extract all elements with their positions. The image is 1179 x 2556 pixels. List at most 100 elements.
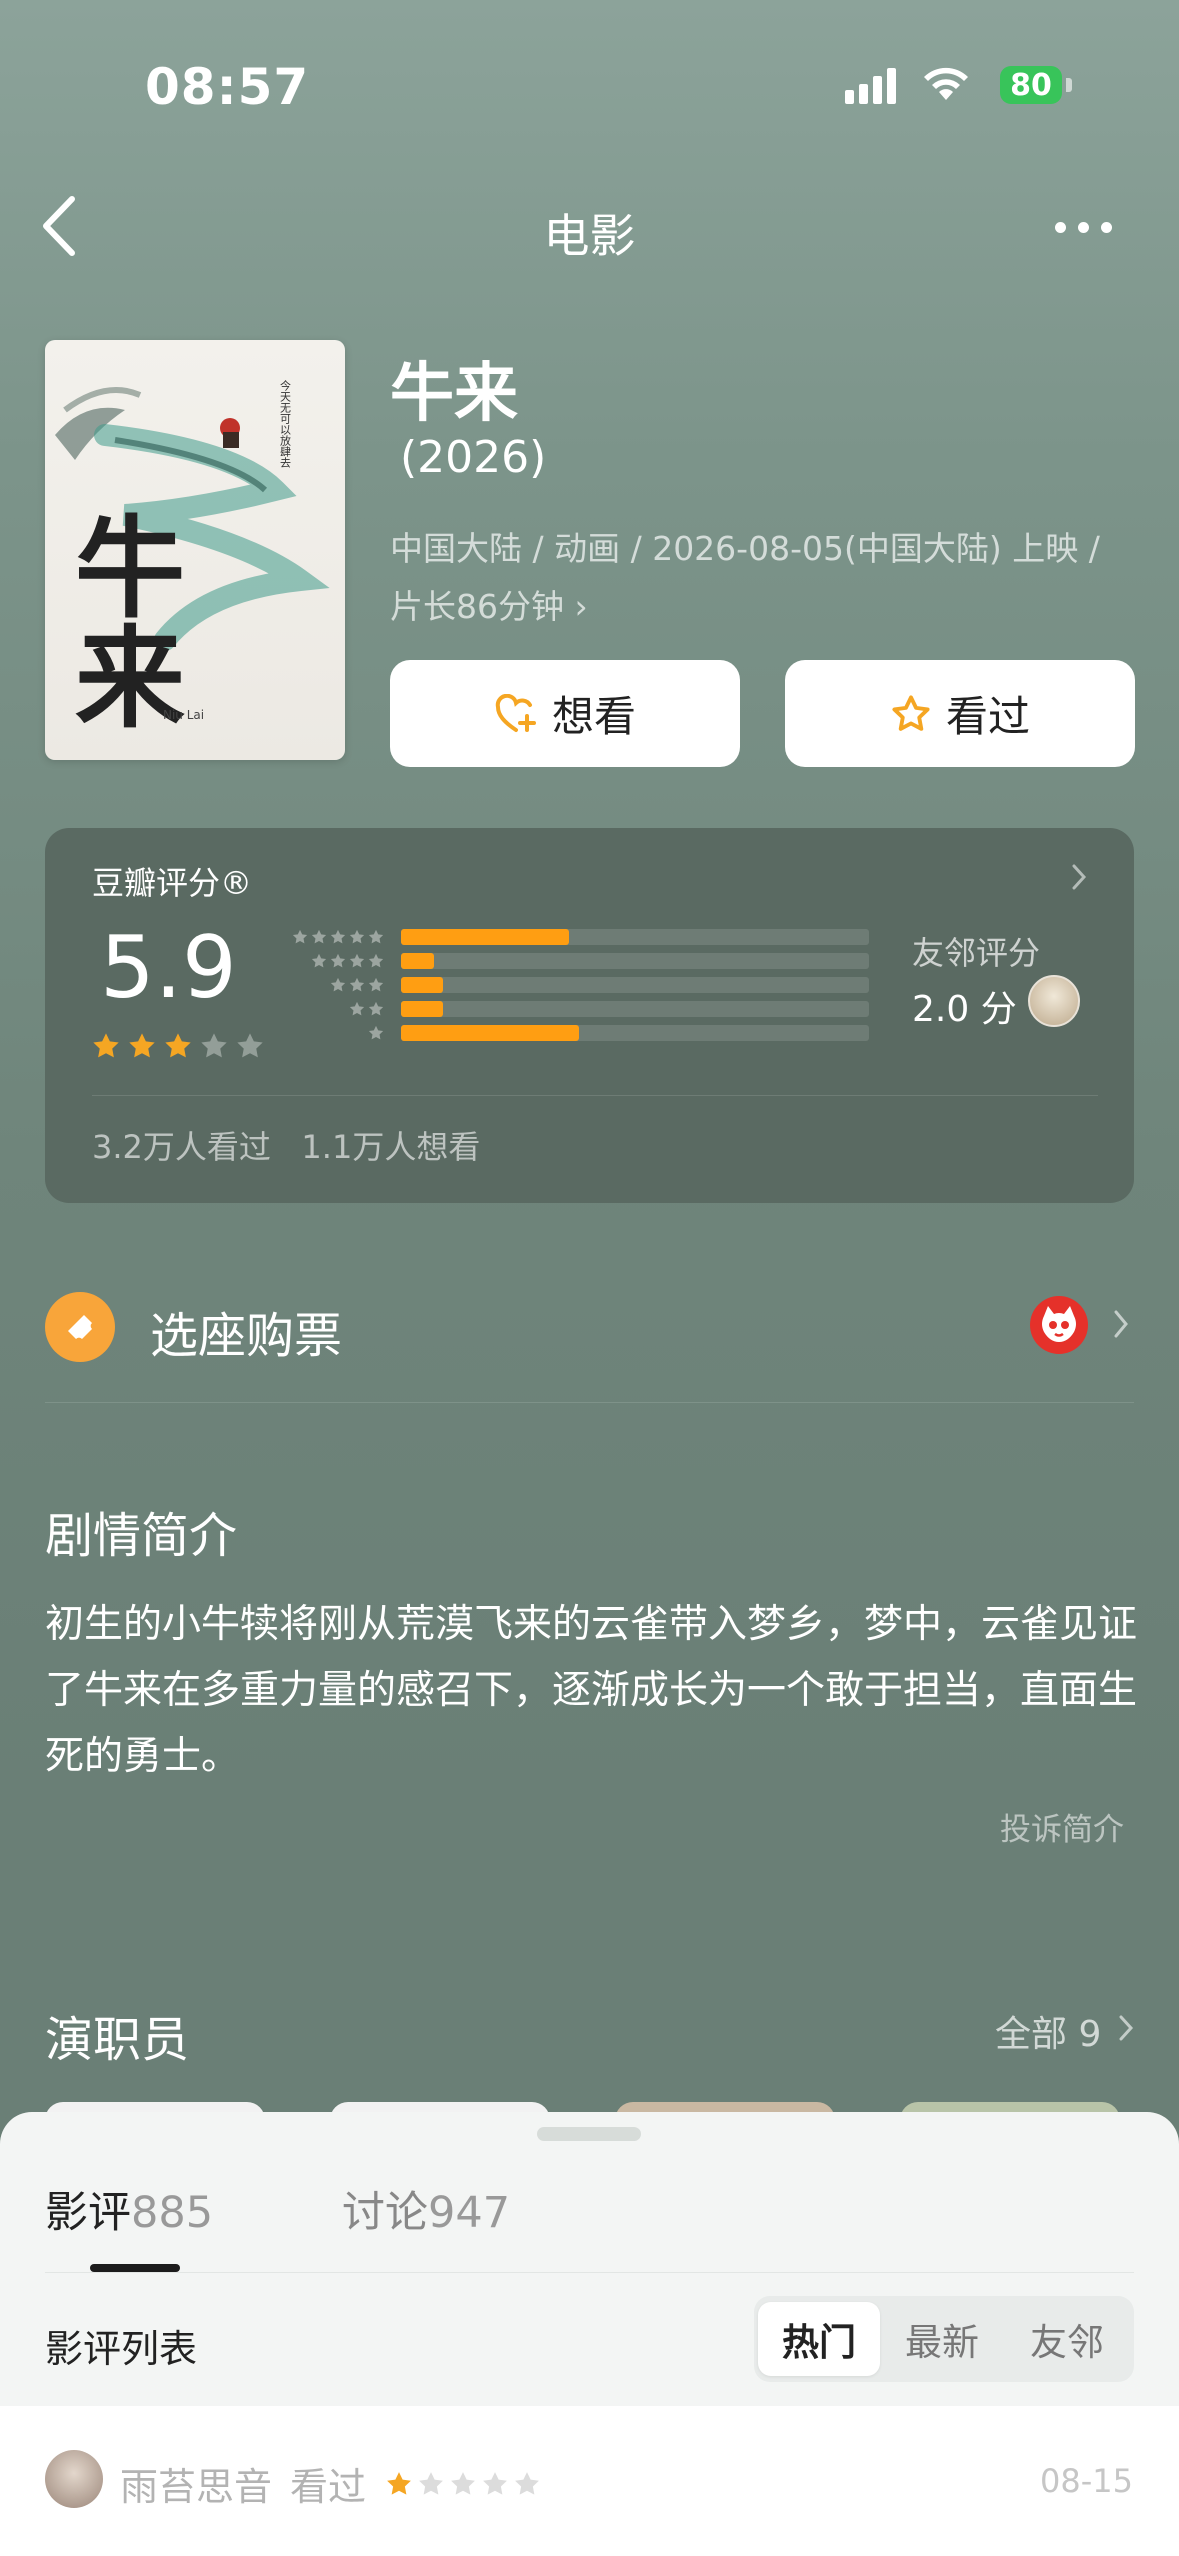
sheet-drag-handle[interactable]: [537, 2127, 641, 2141]
star-icon: [368, 953, 384, 968]
star-icon: [201, 1033, 227, 1058]
distribution-track: [401, 977, 869, 993]
poster-title: 牛来: [56, 510, 185, 730]
movie-year: (2026): [400, 432, 547, 483]
distribution-track: [401, 1025, 869, 1041]
star-icon: [387, 2471, 411, 2495]
chevron-right-icon: ›: [574, 587, 588, 626]
rating-brand: 豆瓣评分®: [92, 864, 253, 902]
tab-reviews-count: 885: [131, 2188, 214, 2238]
star-icon: [330, 953, 346, 968]
distribution-track: [401, 1001, 869, 1017]
synopsis-title: 剧情简介: [45, 1508, 238, 1564]
star-icon: [368, 977, 384, 992]
battery-icon: 80: [1000, 66, 1062, 104]
rating-counts: 3.2万人看过 1.1万人想看: [92, 1122, 480, 1168]
star-icon: [349, 929, 365, 944]
star-icon: [349, 977, 365, 992]
distribution-bar: [401, 1001, 443, 1017]
movie-poster[interactable]: 今天无可以放肆去 牛来 Niu Lai: [45, 340, 345, 760]
tab-discussion-label: 讨论: [342, 2188, 428, 2238]
tab-discussion-count: 947: [428, 2188, 511, 2238]
chevron-right-icon[interactable]: [1070, 862, 1088, 896]
tab-reviews[interactable]: 影评885: [45, 2178, 213, 2240]
page-title: 电影: [543, 209, 636, 263]
distribution-track: [401, 929, 869, 945]
star-icon: [165, 1033, 191, 1058]
sort-latest[interactable]: 最新: [880, 2302, 1004, 2376]
chevron-right-icon[interactable]: [1118, 2013, 1134, 2047]
buy-tickets-link[interactable]: 选座购票: [150, 1296, 342, 1366]
want-label: 想看: [551, 692, 636, 741]
rating-distribution-row: [280, 1000, 869, 1018]
star-icon: [451, 2471, 475, 2495]
chevron-right-icon[interactable]: [1112, 1308, 1130, 1344]
distribution-stars: [280, 976, 385, 994]
review-header: 雨苔思音 看过: [120, 2456, 542, 2511]
review-date: 08-15: [1040, 2462, 1133, 2500]
rating-distribution-row: [280, 976, 869, 994]
divider: [45, 1402, 1134, 1403]
distribution-stars: [280, 928, 385, 946]
friend-avatar[interactable]: [1028, 975, 1080, 1027]
distribution-bar: [401, 929, 569, 945]
cast-title: 演职员: [45, 2012, 190, 2068]
rating-distribution-row: [280, 952, 869, 970]
sort-friends[interactable]: 友邻: [1004, 2302, 1130, 2376]
star-icon: [330, 977, 346, 992]
distribution-stars: [280, 1024, 385, 1042]
rating-distribution-row: [280, 1024, 869, 1042]
star-icon: [349, 953, 365, 968]
distribution-bar: [401, 977, 443, 993]
star-icon: [349, 1001, 365, 1016]
synopsis-text[interactable]: 初生的小牛犊将刚从荒漠飞来的云雀带入梦乡，梦中，云雀见证了牛来在多重力量的感召下…: [45, 1592, 1145, 1790]
star-icon: [330, 929, 346, 944]
star-icon: [483, 2471, 507, 2495]
sort-hot[interactable]: 热门: [758, 2302, 880, 2376]
rating-stars: [90, 1030, 266, 1062]
cast-all-link[interactable]: 全部 9: [995, 2005, 1101, 2057]
star-icon: [368, 1001, 384, 1016]
divider: [45, 2272, 1134, 2273]
distribution-stars: [280, 952, 385, 970]
report-synopsis-link[interactable]: 投诉简介: [1000, 1804, 1124, 1849]
star-icon: [237, 1033, 263, 1058]
distribution-track: [401, 953, 869, 969]
star-icon: [419, 2471, 443, 2495]
battery-tip: [1066, 78, 1072, 92]
star-icon: [311, 929, 327, 944]
ticket-icon[interactable]: [45, 1292, 115, 1362]
more-options-button[interactable]: [1055, 222, 1112, 233]
divider: [92, 1095, 1098, 1096]
movie-detail-page: { "status_bar": { "time": "08:57", "batt…: [0, 0, 1179, 2556]
heart-plus-icon: [495, 693, 536, 732]
watched-button[interactable]: 看过: [785, 660, 1135, 767]
status-time: 08:57: [145, 58, 310, 116]
friend-rating-score: 2.0 分: [912, 989, 1017, 1030]
rating-distribution-row: [280, 928, 869, 946]
tab-reviews-label: 影评: [45, 2188, 131, 2238]
battery-level: 80: [1010, 67, 1052, 103]
star-icon: [129, 1033, 155, 1058]
distribution-stars: [280, 1000, 385, 1018]
want-to-watch-button[interactable]: 想看: [390, 660, 740, 767]
watched-count: 3.2万人看过: [92, 1128, 271, 1166]
review-action: 看过: [290, 2465, 367, 2509]
active-tab-indicator: [90, 2264, 180, 2272]
tab-discussion[interactable]: 讨论947: [342, 2178, 510, 2240]
seen-label: 看过: [945, 692, 1030, 741]
movie-meta-text: 中国大陆 / 动画 / 2026-08-05(中国大陆) 上映 / 片长86分钟: [390, 529, 1100, 626]
review-username[interactable]: 雨苔思音: [120, 2456, 272, 2511]
distribution-bar: [401, 953, 434, 969]
rating-score: 5.9: [100, 918, 237, 1018]
cellular-signal-icon: [845, 68, 896, 104]
wifi-icon: [920, 62, 972, 106]
review-stars: [384, 2469, 542, 2499]
poster-subtitle: Niu Lai: [163, 708, 205, 722]
star-icon: [292, 929, 308, 944]
maoyan-cat-icon[interactable]: [1030, 1296, 1088, 1354]
svg-text:今天无可以放肆去: 今天无可以放肆去: [279, 379, 292, 468]
avatar[interactable]: [45, 2450, 103, 2508]
movie-meta[interactable]: 中国大陆 / 动画 / 2026-08-05(中国大陆) 上映 / 片长86分钟…: [390, 520, 1135, 636]
star-icon: [515, 2471, 539, 2495]
